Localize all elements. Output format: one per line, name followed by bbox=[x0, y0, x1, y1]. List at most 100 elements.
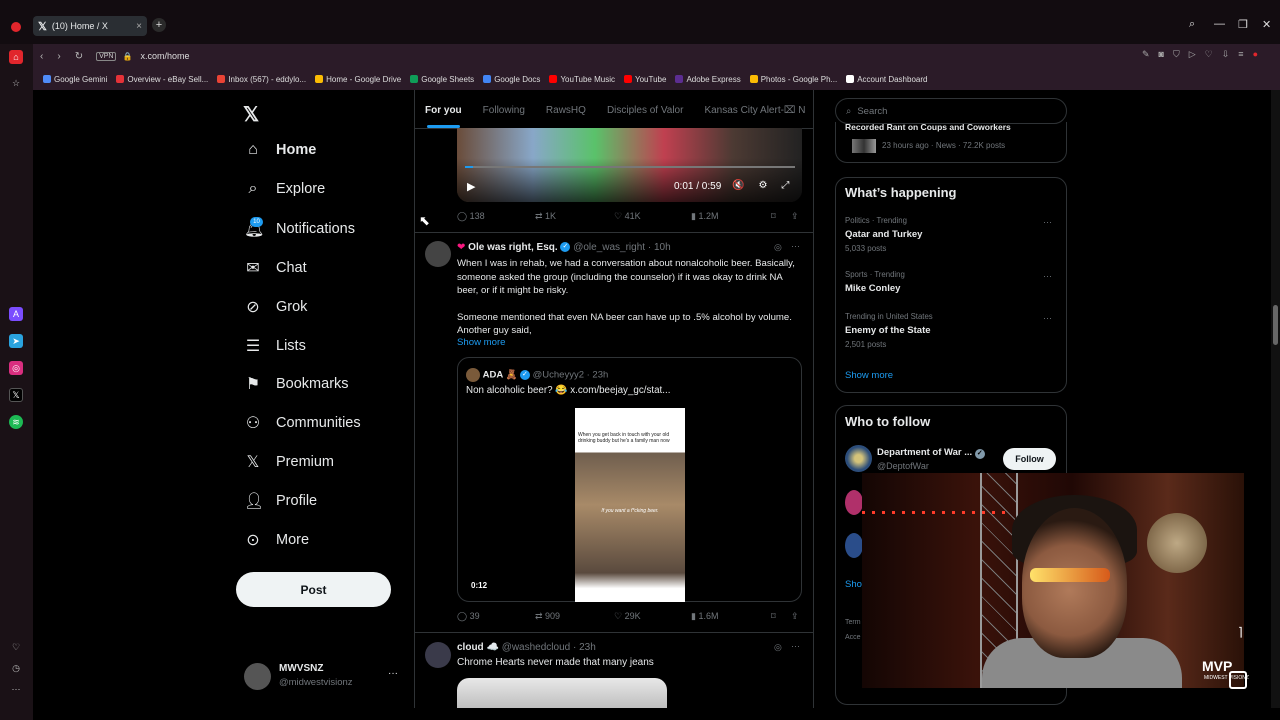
author-name[interactable]: Ole was right, Esq. bbox=[468, 242, 557, 253]
more-icon[interactable]: ··· bbox=[1043, 271, 1052, 281]
avatar[interactable] bbox=[425, 642, 451, 668]
repost-button[interactable]: ⇄ 1K bbox=[535, 211, 556, 222]
grok-icon[interactable]: ◎ bbox=[774, 642, 782, 653]
like-button[interactable]: ♡ 29K bbox=[614, 611, 641, 622]
footer-link[interactable]: Term bbox=[845, 615, 861, 630]
new-tab-button[interactable]: + bbox=[152, 18, 166, 32]
download-icon[interactable]: ⇩ bbox=[1222, 49, 1230, 60]
more-icon[interactable]: ··· bbox=[791, 641, 800, 651]
bookmark-item[interactable]: Photos - Google Ph... bbox=[749, 75, 837, 84]
trend-meta[interactable]: Sports · Trending bbox=[845, 270, 905, 279]
account-switcher[interactable]: MWVSNZ @midwestvisionz ··· bbox=[244, 660, 404, 692]
close-tab-icon[interactable]: × bbox=[136, 21, 142, 32]
play-icon[interactable]: ▶ bbox=[467, 180, 475, 193]
bookmark-item[interactable]: Google Docs bbox=[483, 75, 540, 84]
page-scrollbar[interactable] bbox=[1271, 90, 1280, 708]
nav-item-communities[interactable]: ⚇ Communities bbox=[244, 413, 361, 433]
views-button[interactable]: ▮ 1.6M bbox=[691, 611, 718, 622]
feed-tab[interactable]: Following bbox=[483, 94, 525, 128]
grok-icon[interactable]: ◎ bbox=[774, 242, 782, 253]
mute-icon[interactable]: 🔇 bbox=[732, 180, 744, 191]
nav-item-more[interactable]: ⊙ More bbox=[244, 530, 309, 550]
bookmark-item[interactable]: Inbox (567) - eddylo... bbox=[217, 75, 306, 84]
more-icon[interactable]: ··· bbox=[388, 668, 398, 679]
nav-item-lists[interactable]: ☰ Lists bbox=[244, 336, 306, 356]
reload-icon[interactable]: ↻ bbox=[75, 51, 83, 62]
trend-meta[interactable]: Politics · Trending bbox=[845, 216, 907, 225]
like-button[interactable]: ♡ 41K bbox=[614, 211, 641, 222]
heart-icon[interactable]: ♡ bbox=[9, 640, 23, 654]
nav-item-premium[interactable]: 𝕏 Premium bbox=[244, 452, 334, 472]
bookmark-item[interactable]: Adobe Express bbox=[675, 75, 741, 84]
fullscreen-icon[interactable]: ⤢ bbox=[781, 180, 789, 191]
edit-icon[interactable]: ✎ bbox=[1142, 49, 1150, 60]
feed-tab[interactable]: Kansas City Alert-⌧ N bbox=[704, 94, 805, 128]
bookmark-item[interactable]: Account Dashboard bbox=[846, 75, 927, 84]
pin-icon[interactable]: ☆ bbox=[9, 76, 23, 90]
nav-item-home[interactable]: ⌂ Home bbox=[244, 141, 316, 159]
instagram-icon[interactable]: ◎ bbox=[9, 361, 23, 375]
follow-button[interactable]: Follow bbox=[1003, 448, 1056, 470]
url-field[interactable]: x.com/home bbox=[140, 51, 189, 61]
avatar[interactable] bbox=[845, 533, 863, 558]
trend-name[interactable]: Qatar and Turkey bbox=[845, 229, 922, 240]
maximize-icon[interactable]: ❐ bbox=[1238, 18, 1248, 31]
x-logo-icon[interactable]: 𝕏 bbox=[243, 102, 259, 127]
browser-tab[interactable]: 𝕏 (10) Home / X × bbox=[33, 16, 147, 36]
nav-item-profile[interactable]: 👤︎ Profile bbox=[244, 491, 317, 511]
more-icon[interactable]: ··· bbox=[791, 241, 800, 251]
menu-icon[interactable]: ≡ bbox=[1238, 49, 1243, 60]
more-icon[interactable]: ··· bbox=[1043, 217, 1052, 227]
follow-name[interactable]: Department of War ... ✓ bbox=[877, 447, 985, 459]
bookmark-item[interactable]: YouTube Music bbox=[549, 75, 615, 84]
views-button[interactable]: ▮ 1.2M bbox=[691, 211, 718, 222]
heart-outline-icon[interactable]: ♡ bbox=[1205, 49, 1213, 60]
settings-icon[interactable]: ⚙ bbox=[758, 180, 767, 191]
nav-item-explore[interactable]: ⌕ Explore bbox=[244, 180, 326, 198]
share-icon[interactable]: ⇪ bbox=[791, 211, 799, 222]
close-window-icon[interactable]: ✕ bbox=[1262, 18, 1271, 31]
repost-button[interactable]: ⇄ 909 bbox=[535, 611, 560, 622]
author-handle[interactable]: @washedcloud bbox=[502, 642, 571, 653]
vpn-badge[interactable]: VPN bbox=[96, 51, 117, 61]
show-more-link[interactable]: Show more bbox=[845, 370, 893, 381]
tweet-image[interactable] bbox=[457, 678, 667, 708]
camera-icon[interactable]: ◙ bbox=[1159, 49, 1164, 60]
forward-icon[interactable]: › bbox=[57, 51, 60, 62]
post-button[interactable]: Post bbox=[236, 572, 391, 607]
nav-item-chat[interactable]: ✉ Chat bbox=[244, 258, 306, 278]
nav-item-bookmarks[interactable]: ⚑ Bookmarks bbox=[244, 374, 349, 394]
trend-name[interactable]: Enemy of the State bbox=[845, 325, 931, 336]
feed-tab[interactable]: RawsHQ bbox=[546, 94, 586, 128]
more-icon[interactable]: ··· bbox=[1043, 313, 1052, 323]
trend-posts[interactable]: 5,033 posts bbox=[845, 244, 886, 253]
trend-meta[interactable]: Trending in United States bbox=[845, 312, 933, 321]
author-name[interactable]: cloud ☁️ bbox=[457, 642, 499, 653]
telegram-icon[interactable]: ➤ bbox=[9, 334, 23, 348]
search-input[interactable]: ⌕ Search bbox=[835, 98, 1067, 124]
home-sidebar-icon[interactable]: ⌂ bbox=[9, 50, 23, 64]
history-icon[interactable]: ◷ bbox=[9, 661, 23, 675]
aria-icon[interactable]: A bbox=[9, 307, 23, 321]
x-sidebar-icon[interactable]: 𝕏 bbox=[9, 388, 23, 402]
feed-tab[interactable]: Disciples of Valor bbox=[607, 94, 684, 128]
bookmark-item[interactable]: Home - Google Drive bbox=[315, 75, 401, 84]
back-icon[interactable]: ‹ bbox=[40, 51, 43, 62]
bookmark-icon[interactable]: ⌑ bbox=[771, 611, 776, 622]
feed-tab[interactable]: For you bbox=[425, 94, 462, 128]
opera-logo-icon[interactable] bbox=[11, 22, 21, 32]
tweet-time[interactable]: · 10h bbox=[648, 242, 671, 253]
bookmark-item[interactable]: Google Sheets bbox=[410, 75, 474, 84]
nav-item-grok[interactable]: ⊘ Grok bbox=[244, 297, 307, 317]
more-dots-icon[interactable]: ⋯ bbox=[9, 682, 23, 696]
tweet-time[interactable]: · 23h bbox=[573, 642, 596, 653]
minimize-icon[interactable]: — bbox=[1214, 18, 1225, 30]
scrollbar-thumb[interactable] bbox=[1273, 305, 1278, 345]
reply-button[interactable]: ◯ 138 bbox=[457, 211, 485, 222]
footer-link[interactable]: Acce bbox=[845, 630, 861, 645]
bookmark-icon[interactable]: ⌑ bbox=[771, 211, 776, 222]
bookmark-item[interactable]: Overview - eBay Sell... bbox=[116, 75, 208, 84]
show-more-link[interactable]: Show more bbox=[457, 337, 506, 348]
spotify-icon[interactable]: ≋ bbox=[9, 415, 23, 429]
profile-icon[interactable]: ● bbox=[1253, 49, 1258, 60]
